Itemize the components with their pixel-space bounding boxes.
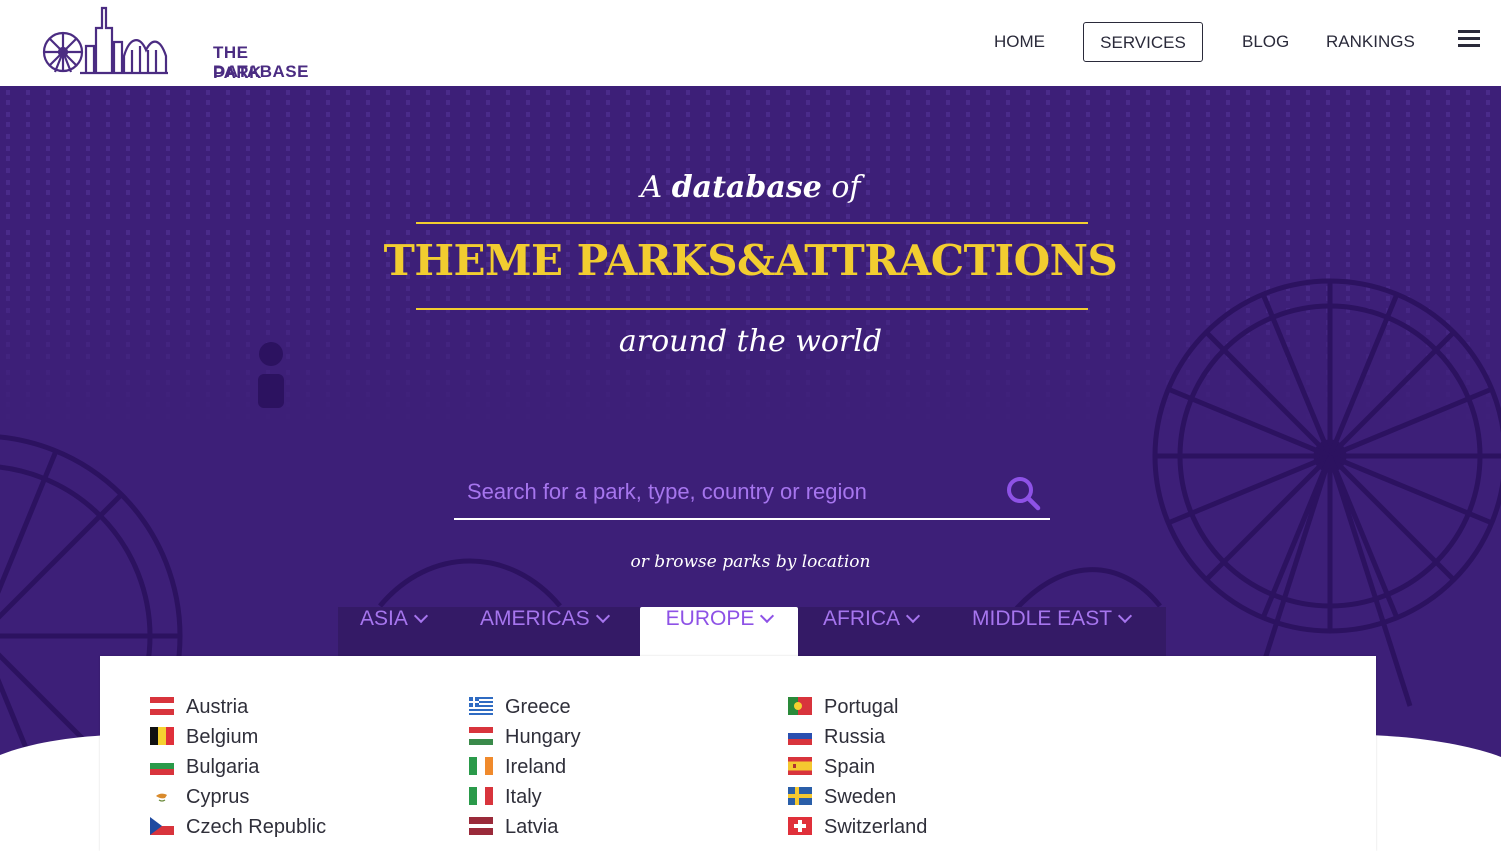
chevron-down-icon bbox=[905, 608, 921, 624]
hero-title-main: THEME PARKS&ATTRACTIONS bbox=[383, 236, 1118, 285]
chevron-down-icon bbox=[760, 608, 775, 624]
country-name: Italy bbox=[505, 786, 542, 808]
hero-title-suffix: of bbox=[831, 170, 861, 205]
tab-middle-east-label: MIDDLE EAST bbox=[972, 607, 1113, 630]
bulgaria-flag-icon bbox=[150, 756, 174, 775]
hamburger-icon[interactable] bbox=[1458, 30, 1480, 48]
nav-services-button[interactable]: SERVICES bbox=[1083, 22, 1203, 62]
country-link-italy[interactable]: Italy bbox=[469, 786, 542, 810]
region-tabs: ASIA AMERICAS EUROPE AFRICA MIDDLE EAST bbox=[338, 607, 1166, 657]
greece-flag-icon bbox=[469, 696, 493, 715]
country-link-latvia[interactable]: Latvia bbox=[469, 816, 558, 840]
country-link-spain[interactable]: Spain bbox=[788, 756, 875, 780]
hamburger-bar bbox=[1458, 37, 1480, 40]
tab-europe-label: EUROPE bbox=[665, 607, 755, 630]
country-link-ireland[interactable]: Ireland bbox=[469, 756, 566, 780]
czech-republic-flag-icon bbox=[150, 816, 174, 835]
country-name: Sweden bbox=[824, 786, 897, 808]
ireland-flag-icon bbox=[469, 756, 493, 775]
tab-americas[interactable]: AMERICAS bbox=[480, 607, 610, 657]
russia-flag-icon bbox=[788, 726, 812, 745]
hero-title-prefix: A bbox=[640, 170, 663, 205]
hamburger-bar bbox=[1458, 30, 1480, 33]
cyprus-flag-icon bbox=[150, 786, 174, 805]
tab-americas-label: AMERICAS bbox=[480, 607, 590, 630]
country-link-belgium[interactable]: Belgium bbox=[150, 726, 258, 750]
hamburger-bar bbox=[1458, 44, 1480, 47]
switzerland-flag-icon bbox=[788, 816, 812, 835]
browse-by-location-text: or browse parks by location bbox=[630, 552, 871, 572]
italy-flag-icon bbox=[469, 786, 493, 805]
hero-rule-bottom bbox=[416, 308, 1088, 310]
search-icon[interactable] bbox=[1006, 476, 1042, 512]
country-name: Hungary bbox=[505, 726, 581, 748]
country-name: Belgium bbox=[186, 726, 259, 748]
country-name: Latvia bbox=[505, 816, 559, 838]
tab-asia[interactable]: ASIA bbox=[360, 607, 428, 657]
portugal-flag-icon bbox=[788, 696, 812, 715]
tab-africa[interactable]: AFRICA bbox=[823, 607, 921, 657]
nav-blog-link[interactable]: BLOG bbox=[1242, 22, 1289, 62]
chevron-down-icon bbox=[1117, 608, 1133, 624]
tab-europe[interactable]: EUROPE bbox=[640, 607, 798, 657]
country-link-cyprus[interactable]: Cyprus bbox=[150, 786, 249, 810]
search-input[interactable] bbox=[465, 474, 989, 510]
chevron-down-icon bbox=[595, 608, 610, 624]
tab-asia-label: ASIA bbox=[360, 607, 408, 630]
tab-africa-label: AFRICA bbox=[823, 607, 901, 630]
country-link-austria[interactable]: Austria bbox=[150, 696, 248, 720]
skyline-logo-icon bbox=[42, 6, 168, 75]
country-link-greece[interactable]: Greece bbox=[469, 696, 571, 720]
country-name: Cyprus bbox=[186, 786, 250, 808]
latvia-flag-icon bbox=[469, 816, 493, 835]
country-list-panel: Austria Belgium Bulgaria Cyprus Czech Re… bbox=[100, 656, 1376, 851]
country-name: Russia bbox=[824, 726, 886, 748]
country-name: Switzerland bbox=[824, 816, 928, 838]
tab-middle-east[interactable]: MIDDLE EAST bbox=[972, 607, 1133, 657]
country-link-hungary[interactable]: Hungary bbox=[469, 726, 581, 750]
country-name: Austria bbox=[186, 696, 249, 718]
spain-flag-icon bbox=[788, 756, 812, 775]
country-link-sweden[interactable]: Sweden bbox=[788, 786, 896, 810]
sweden-flag-icon bbox=[788, 786, 812, 805]
country-link-russia[interactable]: Russia bbox=[788, 726, 885, 750]
country-name: Greece bbox=[505, 696, 571, 718]
nav-home-link[interactable]: HOME bbox=[994, 22, 1045, 62]
austria-flag-icon bbox=[150, 696, 174, 715]
country-link-bulgaria[interactable]: Bulgaria bbox=[150, 756, 259, 780]
nav-rankings-link[interactable]: RANKINGS bbox=[1326, 22, 1415, 62]
search-bar bbox=[454, 466, 1050, 520]
hero-title-bold: database bbox=[671, 170, 822, 205]
country-name: Ireland bbox=[505, 756, 567, 778]
country-link-switzerland[interactable]: Switzerland bbox=[788, 816, 927, 840]
country-link-portugal[interactable]: Portugal bbox=[788, 696, 899, 720]
country-name: Bulgaria bbox=[186, 756, 260, 778]
logo-text-line2: DATABASE bbox=[213, 62, 309, 81]
hero-tagline-top: A database of bbox=[0, 170, 1501, 205]
country-name: Portugal bbox=[824, 696, 899, 718]
site-header: THE PARK DATABASE HOME SERVICES BLOG RAN… bbox=[0, 0, 1501, 86]
country-link-czech-republic[interactable]: Czech Republic bbox=[150, 816, 326, 840]
hungary-flag-icon bbox=[469, 726, 493, 745]
belgium-flag-icon bbox=[150, 726, 174, 745]
site-logo[interactable]: THE PARK DATABASE bbox=[40, 6, 308, 82]
country-name: Spain bbox=[824, 756, 876, 778]
chevron-down-icon bbox=[413, 608, 428, 624]
hero-title-sub: around the world bbox=[618, 324, 883, 359]
country-name: Czech Republic bbox=[186, 816, 327, 838]
hero-rule-top bbox=[416, 222, 1088, 224]
